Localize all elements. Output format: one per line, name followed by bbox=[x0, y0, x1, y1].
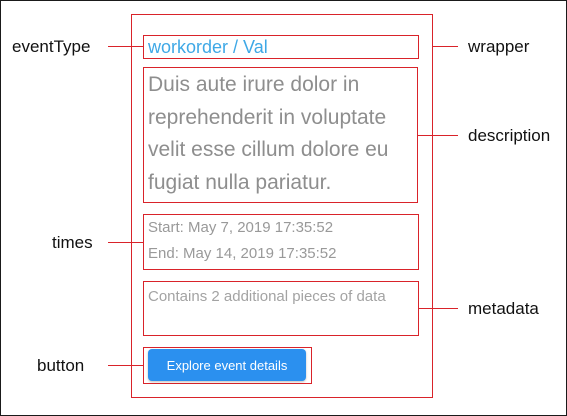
description-leader-line bbox=[418, 135, 458, 136]
label-wrapper: wrapper bbox=[468, 37, 530, 56]
label-times: times bbox=[52, 233, 93, 252]
explore-event-details-button[interactable]: Explore event details bbox=[148, 349, 306, 381]
metadata-leader-line bbox=[419, 308, 458, 309]
start-time: Start: May 7, 2019 17:35:52 bbox=[148, 219, 334, 236]
wrapper-leader-line bbox=[433, 46, 458, 47]
event-type-leader-line bbox=[108, 46, 143, 47]
event-type-text: workorder / Val bbox=[148, 37, 268, 57]
end-time: End: May 14, 2019 17:35:52 bbox=[148, 245, 337, 262]
label-metadata: metadata bbox=[468, 299, 539, 318]
metadata-text: Contains 2 additional pieces of data bbox=[148, 288, 386, 305]
label-event-type: eventType bbox=[12, 37, 91, 56]
description-text: Duis aute irure dolor in reprehenderit i… bbox=[148, 73, 389, 194]
times-leader-line bbox=[108, 242, 143, 243]
label-button: button bbox=[37, 356, 85, 375]
button-leader-line bbox=[108, 365, 143, 366]
label-description: description bbox=[468, 126, 551, 145]
